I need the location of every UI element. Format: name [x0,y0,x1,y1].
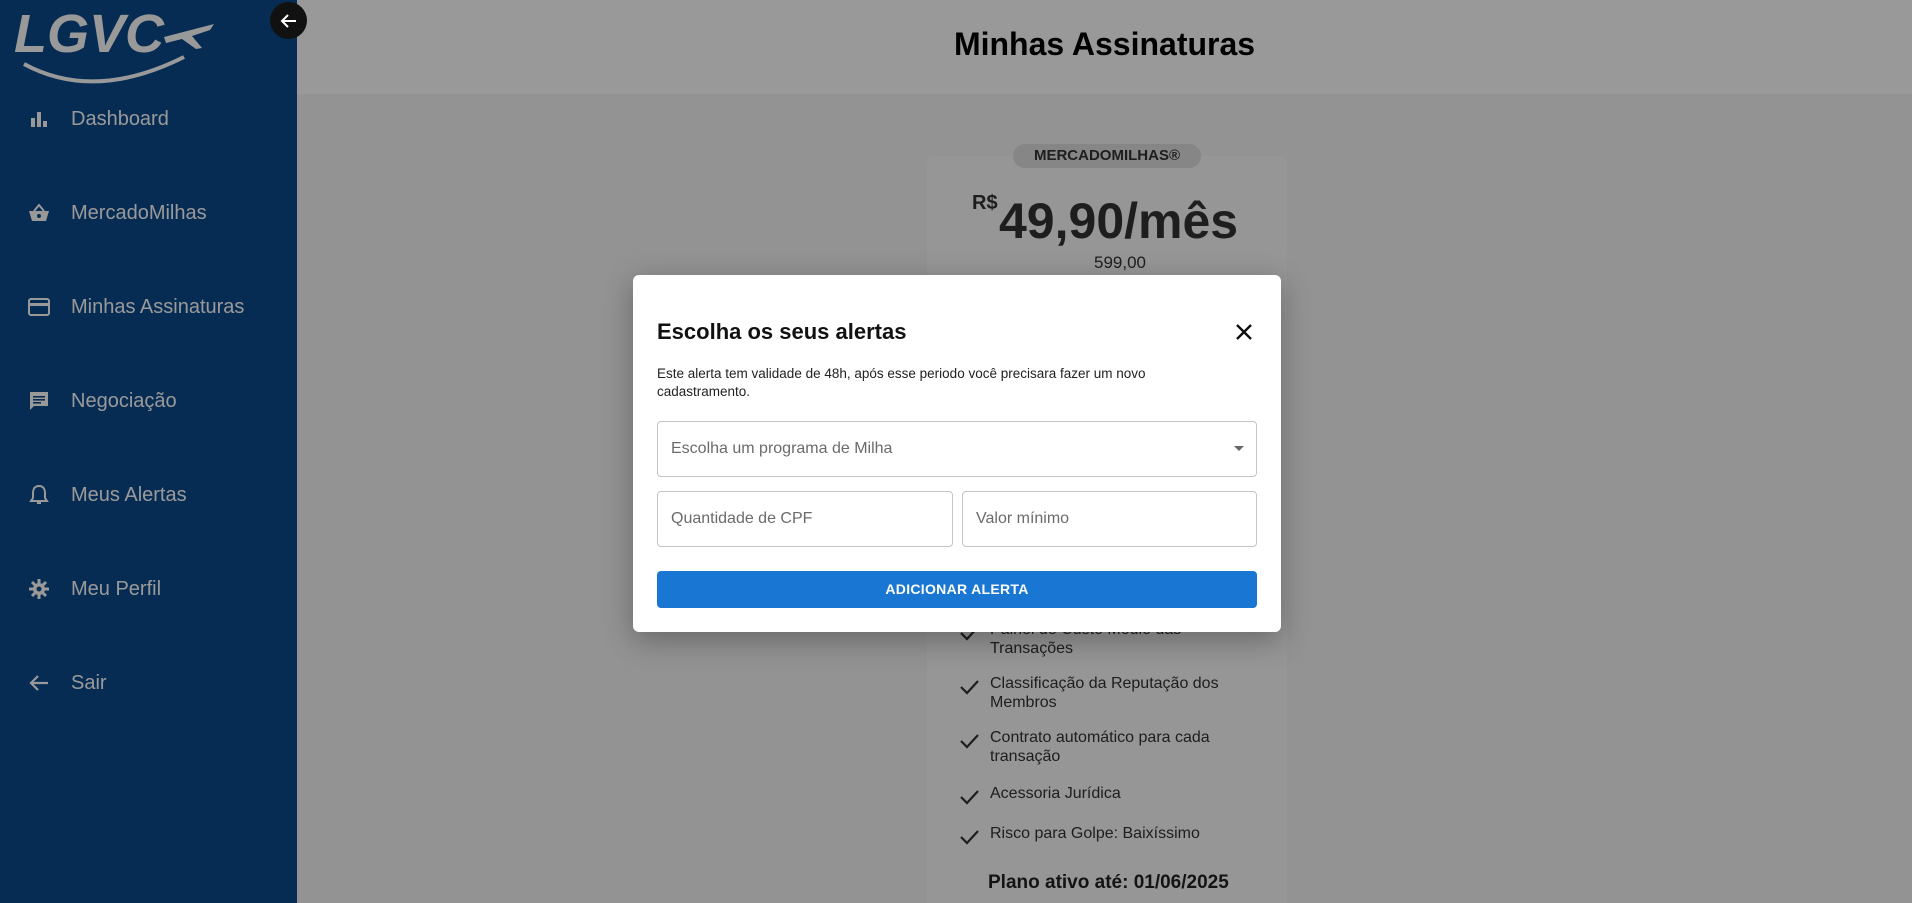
collapse-sidebar-button[interactable] [270,2,307,39]
min-value-field[interactable]: Valor mínimo [962,491,1257,547]
dialog-title: Escolha os seus alertas [657,319,907,344]
program-select-placeholder: Escolha um programa de Milha [671,440,893,457]
alert-dialog: Escolha os seus alertas Este alerta tem … [633,275,1281,632]
cpf-quantity-placeholder: Quantidade de CPF [671,510,813,527]
close-icon [1236,324,1252,340]
cpf-quantity-field[interactable]: Quantidade de CPF [657,491,953,547]
dialog-description: Este alerta tem validade de 48h, após es… [657,366,1146,399]
min-value-placeholder: Valor mínimo [976,510,1070,527]
arrow-left-icon [280,13,296,28]
add-alert-button[interactable]: ADICIONAR ALERTA [657,571,1257,608]
program-select[interactable]: Escolha um programa de Milha [657,421,1257,477]
close-button[interactable] [1231,319,1257,345]
chevron-down-icon [1234,446,1244,451]
